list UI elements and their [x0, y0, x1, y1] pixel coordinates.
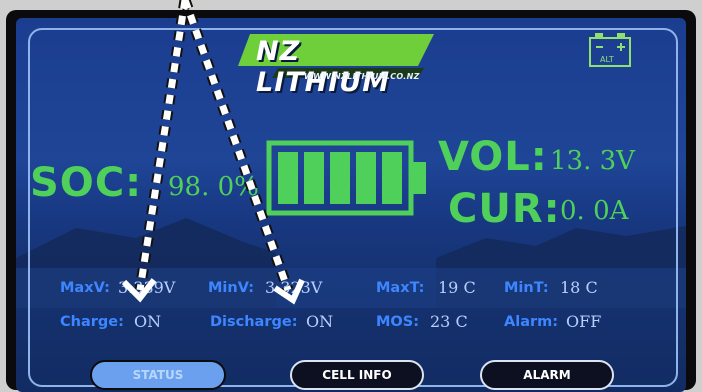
alarm-label: Alarm:	[504, 314, 559, 330]
minv-label: MinV:	[208, 280, 255, 296]
mint-value: 18 C	[560, 278, 598, 297]
maxv-label: MaxV:	[60, 280, 110, 296]
brand-logo: NZ LITHIUM WWW.NZLITHIUM.CO.NZ	[238, 32, 434, 98]
battery-cell-bar	[382, 152, 402, 204]
battery-cell-bar	[330, 152, 350, 204]
mos-value: 23 C	[430, 312, 468, 331]
discharge-label: Discharge:	[210, 314, 298, 330]
battery-cell-bar	[356, 152, 376, 204]
discharge-value: ON	[306, 312, 334, 331]
soc-value: 98. 0%	[168, 172, 259, 202]
battery-level-icon	[266, 140, 426, 216]
cur-value: 0. 0A	[560, 196, 629, 226]
mos-label: MOS:	[376, 314, 419, 330]
minv-value: 3.323V	[265, 278, 323, 297]
vol-label: VOL:	[438, 134, 548, 180]
maxt-value: 19 C	[438, 278, 476, 297]
logo-text: NZ LITHIUM	[256, 36, 391, 98]
vol-value: 13. 3V	[550, 146, 635, 176]
soc-label: SOC:	[30, 160, 143, 206]
maxt-label: MaxT:	[376, 280, 425, 296]
charge-value: ON	[134, 312, 162, 331]
tab-alarm[interactable]: ALARM	[480, 360, 614, 390]
cur-label: CUR:	[448, 186, 561, 232]
car-battery-icon	[586, 30, 634, 70]
charge-label: Charge:	[60, 314, 124, 330]
tab-status[interactable]: STATUS	[90, 360, 226, 390]
logo-url: WWW.NZLITHIUM.CO.NZ	[304, 72, 420, 81]
alarm-value: OFF	[566, 312, 602, 331]
alt-label: ALT	[600, 55, 614, 64]
mint-label: MinT:	[504, 280, 549, 296]
tab-cell-info[interactable]: CELL INFO	[290, 360, 424, 390]
battery-cell-bar	[304, 152, 324, 204]
maxv-value: 3.339V	[118, 278, 176, 297]
battery-cell-bar	[278, 152, 298, 204]
